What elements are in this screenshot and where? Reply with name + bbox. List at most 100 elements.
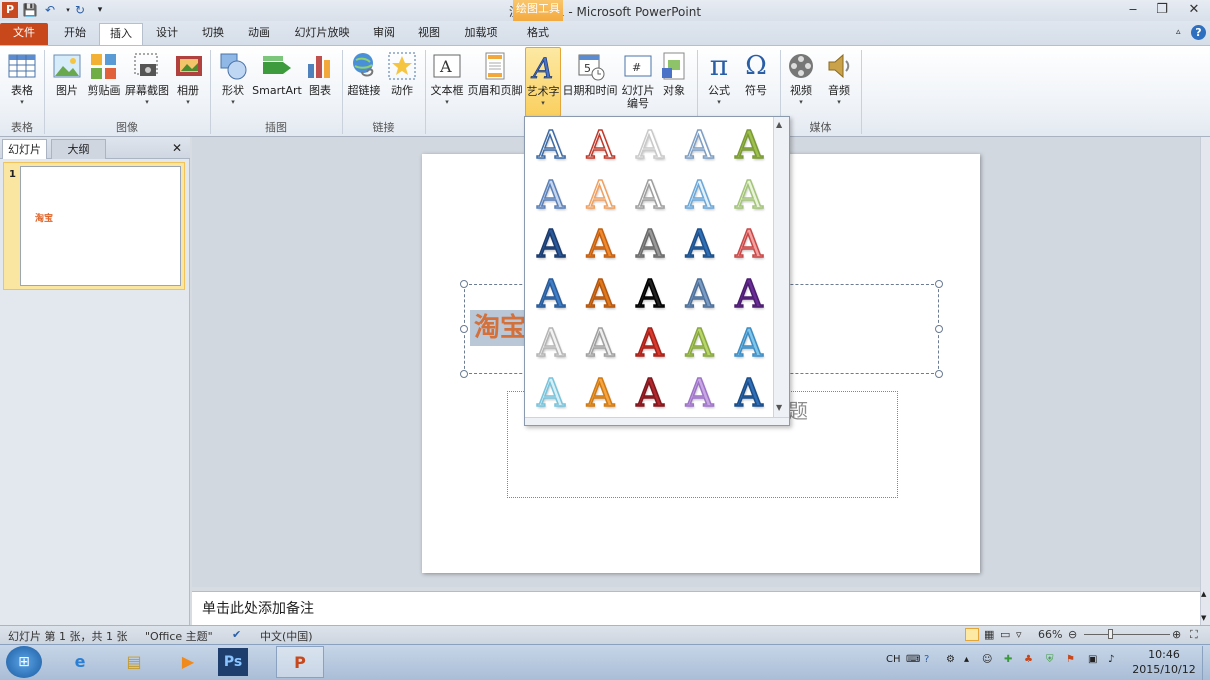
network-icon[interactable]: ▣ <box>1088 654 1097 665</box>
wordart-style-8[interactable]: A <box>626 171 674 219</box>
resize-handle[interactable] <box>460 370 468 378</box>
tab-review[interactable]: 审阅 <box>363 23 405 45</box>
volume-icon[interactable]: ♪ <box>1108 654 1114 665</box>
wordart-style-21[interactable]: A <box>527 319 575 367</box>
slide-sorter-icon[interactable]: ▦ <box>984 628 994 641</box>
object-button[interactable]: 对象 <box>658 47 690 115</box>
restore-icon[interactable]: ❐ <box>1148 2 1176 18</box>
wordart-style-13[interactable]: A <box>626 220 674 268</box>
wordart-style-26[interactable]: A <box>527 369 575 417</box>
wordart-style-3[interactable]: A <box>626 121 674 169</box>
wordart-style-4[interactable]: A <box>676 121 724 169</box>
wordart-style-12[interactable]: A <box>577 220 625 268</box>
zoom-slider-thumb[interactable] <box>1108 629 1113 639</box>
keyboard-icon[interactable]: ⌨ <box>906 654 920 665</box>
photo-album-button[interactable]: 相册 ▾ <box>173 47 203 115</box>
tab-file[interactable]: 文件 <box>0 23 48 45</box>
wordart-style-20[interactable]: A <box>725 270 773 318</box>
clock-date[interactable]: 2015/10/12 <box>1130 663 1198 676</box>
language-status[interactable]: 中文(中国) <box>260 628 313 644</box>
zoom-in-icon[interactable]: ⊕ <box>1172 628 1181 641</box>
table-button[interactable]: 表格 ▾ <box>4 47 40 115</box>
wordart-button[interactable]: A 艺术字 ▾ <box>525 47 561 117</box>
video-button[interactable]: 视频 ▾ <box>784 47 818 115</box>
help-tray-icon[interactable]: ? <box>924 654 929 665</box>
tab-addins[interactable]: 加载项 <box>455 23 507 45</box>
chart-button[interactable]: 图表 <box>304 47 336 115</box>
tab-slideshow[interactable]: 幻灯片放映 <box>283 23 361 45</box>
zoom-slider-track[interactable] <box>1084 634 1170 635</box>
wordart-style-9[interactable]: A <box>676 171 724 219</box>
tab-format[interactable]: 格式 <box>515 23 561 45</box>
zoom-out-icon[interactable]: ⊖ <box>1068 628 1077 641</box>
wordart-style-16[interactable]: A <box>527 270 575 318</box>
tab-design[interactable]: 设计 <box>145 23 189 45</box>
slide-thumbnail[interactable] <box>20 166 181 286</box>
help-icon[interactable]: ? <box>1191 25 1206 40</box>
minimize-ribbon-icon[interactable]: ▵ <box>1176 27 1181 37</box>
add-icon[interactable]: ✚ <box>1004 654 1012 665</box>
tab-outline[interactable]: 大纲 <box>51 139 106 159</box>
powerpoint-taskbar-icon[interactable]: P <box>276 646 324 678</box>
ime-indicator[interactable]: CH <box>886 654 901 665</box>
security-shield-icon[interactable]: ⛨ <box>1046 654 1054 665</box>
resize-handle[interactable] <box>460 325 468 333</box>
wordart-style-1[interactable]: A <box>527 121 575 169</box>
theme-status[interactable]: "Office 主题" <box>145 628 213 644</box>
tab-animations[interactable]: 动画 <box>237 23 281 45</box>
wordart-style-5[interactable]: A <box>725 121 773 169</box>
scroll-up-icon[interactable]: ▲ <box>1201 590 1206 598</box>
wordart-style-27[interactable]: A <box>577 369 625 417</box>
scroll-down-icon[interactable]: ▼ <box>1201 614 1206 622</box>
wordart-style-15[interactable]: A <box>725 220 773 268</box>
gallery-scrollbar[interactable] <box>773 117 789 417</box>
wordart-style-30[interactable]: A <box>725 369 773 417</box>
tab-transitions[interactable]: 切换 <box>191 23 235 45</box>
close-icon[interactable]: ✕ <box>1180 2 1208 18</box>
internet-explorer-icon[interactable]: e <box>56 646 104 678</box>
title-text[interactable]: 淘宝 <box>470 310 531 346</box>
wordart-style-24[interactable]: A <box>676 319 724 367</box>
zoom-level[interactable]: 66% <box>1038 628 1062 641</box>
show-hidden-icons[interactable]: ▴ <box>964 654 969 665</box>
spell-check-icon[interactable]: ✔ <box>232 628 241 641</box>
vertical-scrollbar[interactable] <box>1200 137 1210 625</box>
date-time-button[interactable]: 5 日期和时间 <box>562 47 618 115</box>
gallery-scroll-down-icon[interactable]: ▼ <box>776 403 782 412</box>
wordart-style-22[interactable]: A <box>577 319 625 367</box>
audio-button[interactable]: 音频 ▾ <box>822 47 856 115</box>
user-icon[interactable]: ☺ <box>982 654 992 665</box>
notes-placeholder[interactable]: 单击此处添加备注 <box>202 598 314 618</box>
tab-slides[interactable]: 幻灯片 <box>2 139 47 159</box>
gallery-resize-grip[interactable] <box>525 417 789 425</box>
screenshot-button[interactable]: 屏幕截图 ▾ <box>124 47 170 115</box>
media-player-icon[interactable]: ▶ <box>164 646 212 678</box>
clipart-button[interactable]: 剪贴画 <box>86 47 122 115</box>
wordart-style-23[interactable]: A <box>626 319 674 367</box>
ime-settings-icon[interactable]: ⚙ <box>946 654 955 665</box>
equation-button[interactable]: π 公式 ▾ <box>702 47 736 115</box>
wordart-style-19[interactable]: A <box>676 270 724 318</box>
symbol-button[interactable]: Ω 符号 <box>739 47 773 115</box>
hyperlink-button[interactable]: 超链接 <box>346 47 382 115</box>
reading-view-icon[interactable]: ▭ <box>1000 628 1010 641</box>
close-pane-icon[interactable]: ✕ <box>172 141 182 155</box>
wordart-style-11[interactable]: A <box>527 220 575 268</box>
clock-time[interactable]: 10:46 <box>1134 648 1194 661</box>
tab-insert[interactable]: 插入 <box>99 23 143 45</box>
wordart-style-17[interactable]: A <box>577 270 625 318</box>
wordart-style-29[interactable]: A <box>676 369 724 417</box>
flag-icon[interactable]: ⚑ <box>1066 654 1075 665</box>
fit-to-window-icon[interactable]: ⛶ <box>1190 628 1198 642</box>
minimize-icon[interactable]: ‒ <box>1119 2 1147 18</box>
textbox-button[interactable]: A 文本框 ▾ <box>429 47 465 115</box>
wordart-style-28[interactable]: A <box>626 369 674 417</box>
slideshow-view-icon[interactable]: ▿ <box>1016 628 1022 641</box>
resize-handle[interactable] <box>935 370 943 378</box>
resize-handle[interactable] <box>935 325 943 333</box>
wordart-style-7[interactable]: A <box>577 171 625 219</box>
shapes-button[interactable]: 形状 ▾ <box>217 47 249 115</box>
start-button-icon[interactable]: ⊞ <box>6 646 42 678</box>
show-desktop-button[interactable] <box>1202 646 1210 680</box>
slide-number-button[interactable]: # 幻灯片 编号 <box>620 47 656 115</box>
